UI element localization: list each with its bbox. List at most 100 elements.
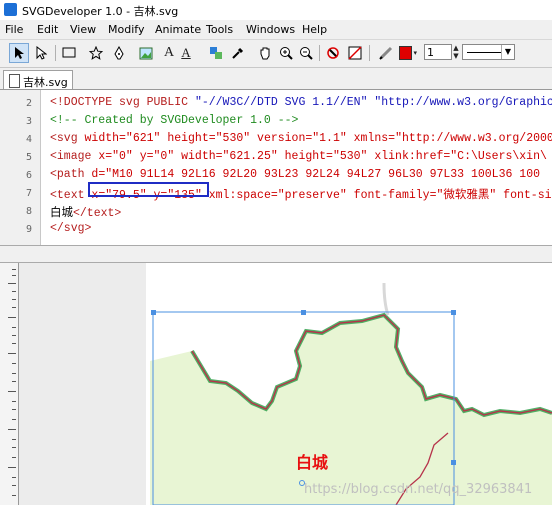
region-label[interactable]: 白城 [296,453,328,472]
zoom-out-icon[interactable] [297,44,315,62]
ruler-tick [12,299,16,300]
ruler-tick [12,447,16,448]
stroke-color-icon[interactable]: ▾ [399,44,417,62]
ruler-tick [12,363,16,364]
ruler-tick [12,495,16,496]
toolbar-separator [369,45,370,61]
ruler-tick [12,269,16,270]
code-tag: <image [50,150,99,163]
code-editor[interactable]: 2 3 4 5 6 7 8 9 <!DOCTYPE svg PUBLIC "-/… [0,89,552,246]
ruler-tick [12,457,16,458]
code-line: </svg> [50,222,91,235]
code-tag: <!DOCTYPE svg PUBLIC [50,96,195,109]
tab-label: 吉林.svg [23,76,68,89]
menu-animate[interactable]: Animate [155,23,201,36]
selection-handle[interactable] [301,310,306,315]
code-tag: <text [50,189,92,202]
line-number: 2 [26,98,33,109]
stroke-width-field[interactable]: 1 [424,44,452,60]
menu-edit[interactable]: Edit [37,23,58,36]
chevron-down-icon[interactable]: ▼ [501,45,514,59]
line-style-preview [467,52,501,53]
text-icon[interactable]: A [160,44,178,62]
ruler-tick [12,409,16,410]
menu-windows[interactable]: Windows [246,23,295,36]
star-icon[interactable] [87,44,105,62]
ruler-tick [12,439,16,440]
ruler-tick [8,429,16,430]
tab-document[interactable]: 吉林.svg [3,70,73,90]
code-comment: <!-- Created by SVGDeveloper 1.0 --> [50,114,299,127]
line-style-select[interactable]: ▼ [462,44,515,60]
ruler-tick [12,307,16,308]
toolbar-separator [55,45,56,61]
toolbar-separator [319,45,320,61]
line-number-gutter: 2 3 4 5 6 7 8 9 [0,90,41,246]
watermark: https://blog.csdn.net/qq_32963841 [304,482,532,497]
line-number: 4 [26,134,33,145]
code-attributes: xml:space="preserve" font-family="微软雅黑" … [201,189,552,202]
rectangle-icon[interactable] [60,44,78,62]
canvas-margin [18,263,146,505]
pane-splitter[interactable] [0,245,552,263]
ruler-tick [8,353,16,354]
document-icon [9,74,20,88]
code-attributes: d="M10 91L14 92L16 92L20 93L23 92L24 94L… [91,168,540,181]
code-line: <svg width="621" height="530" version="1… [50,132,552,145]
menu-view[interactable]: View [70,23,96,36]
image-icon[interactable] [137,44,155,62]
code-tag: <svg [50,132,85,145]
line-number: 5 [26,152,33,163]
stroke-width-spinner[interactable]: ▲ ▼ [452,43,460,61]
menu-help[interactable]: Help [302,23,327,36]
direct-select-icon[interactable] [32,44,50,62]
text-path-icon[interactable]: A [177,44,195,62]
map-drawing[interactable]: 白城 https://blog.csdn.net/qq_32963841 [0,263,552,505]
no-fill-icon[interactable] [346,44,364,62]
ruler-tick [12,343,16,344]
ruler-tick [12,477,16,478]
no-stroke-icon[interactable] [324,44,342,62]
ruler-tick [12,401,16,402]
code-line: <!DOCTYPE svg PUBLIC "-//W3C//DTD SVG 1.… [50,96,552,109]
selection-handle[interactable] [151,310,156,315]
hand-icon[interactable] [256,44,274,62]
ruler-tick [8,283,16,284]
window-title: SVGDeveloper 1.0 - 吉林.svg [22,5,179,18]
select-arrow-icon[interactable] [9,43,29,63]
transform-icon[interactable] [207,44,225,62]
code-value: "-//W3C//DTD SVG 1.1//EN" "http://www.w3… [194,96,552,109]
code-tag: </text> [73,207,122,220]
line-number: 7 [26,188,33,199]
ruler-tick [12,485,16,486]
design-canvas[interactable]: 白城 https://blog.csdn.net/qq_32963841 [0,263,552,505]
ruler-tick [8,467,16,468]
ruler-tick [12,373,16,374]
pen-icon[interactable] [110,44,128,62]
ruler-tick [8,391,16,392]
code-line: <image x="0" y="0" width="621.25" height… [50,150,547,163]
code-text: 白城 [50,207,73,220]
line-number: 6 [26,170,33,181]
line-number: 3 [26,116,33,127]
ruler-tick [8,317,16,318]
ruler-tick [12,327,16,328]
pencil-icon[interactable] [377,44,395,62]
document-tab-bar: 吉林.svg [0,67,552,90]
title-bar: SVGDeveloper 1.0 - 吉林.svg [0,0,552,20]
code-line: 白城</text> [50,204,121,220]
zoom-in-icon[interactable] [277,44,295,62]
code-attributes: x="0" y="0" width="621.25" height="530" … [98,150,547,163]
menu-tools[interactable]: Tools [206,23,233,36]
ruler-tick [12,381,16,382]
code-attributes: width="621" height="530" version="1.1" x… [84,132,552,145]
code-tag: </svg> [50,222,92,235]
menu-file[interactable]: File [5,23,23,36]
ruler-tick [12,275,16,276]
selection-handle[interactable] [451,310,456,315]
highlight-box [88,182,209,197]
menu-modify[interactable]: Modify [108,23,144,36]
code-line: <path d="M10 91L14 92L16 92L20 93L23 92L… [50,168,540,181]
selection-handle[interactable] [451,460,456,465]
eyedropper-icon[interactable] [229,44,247,62]
